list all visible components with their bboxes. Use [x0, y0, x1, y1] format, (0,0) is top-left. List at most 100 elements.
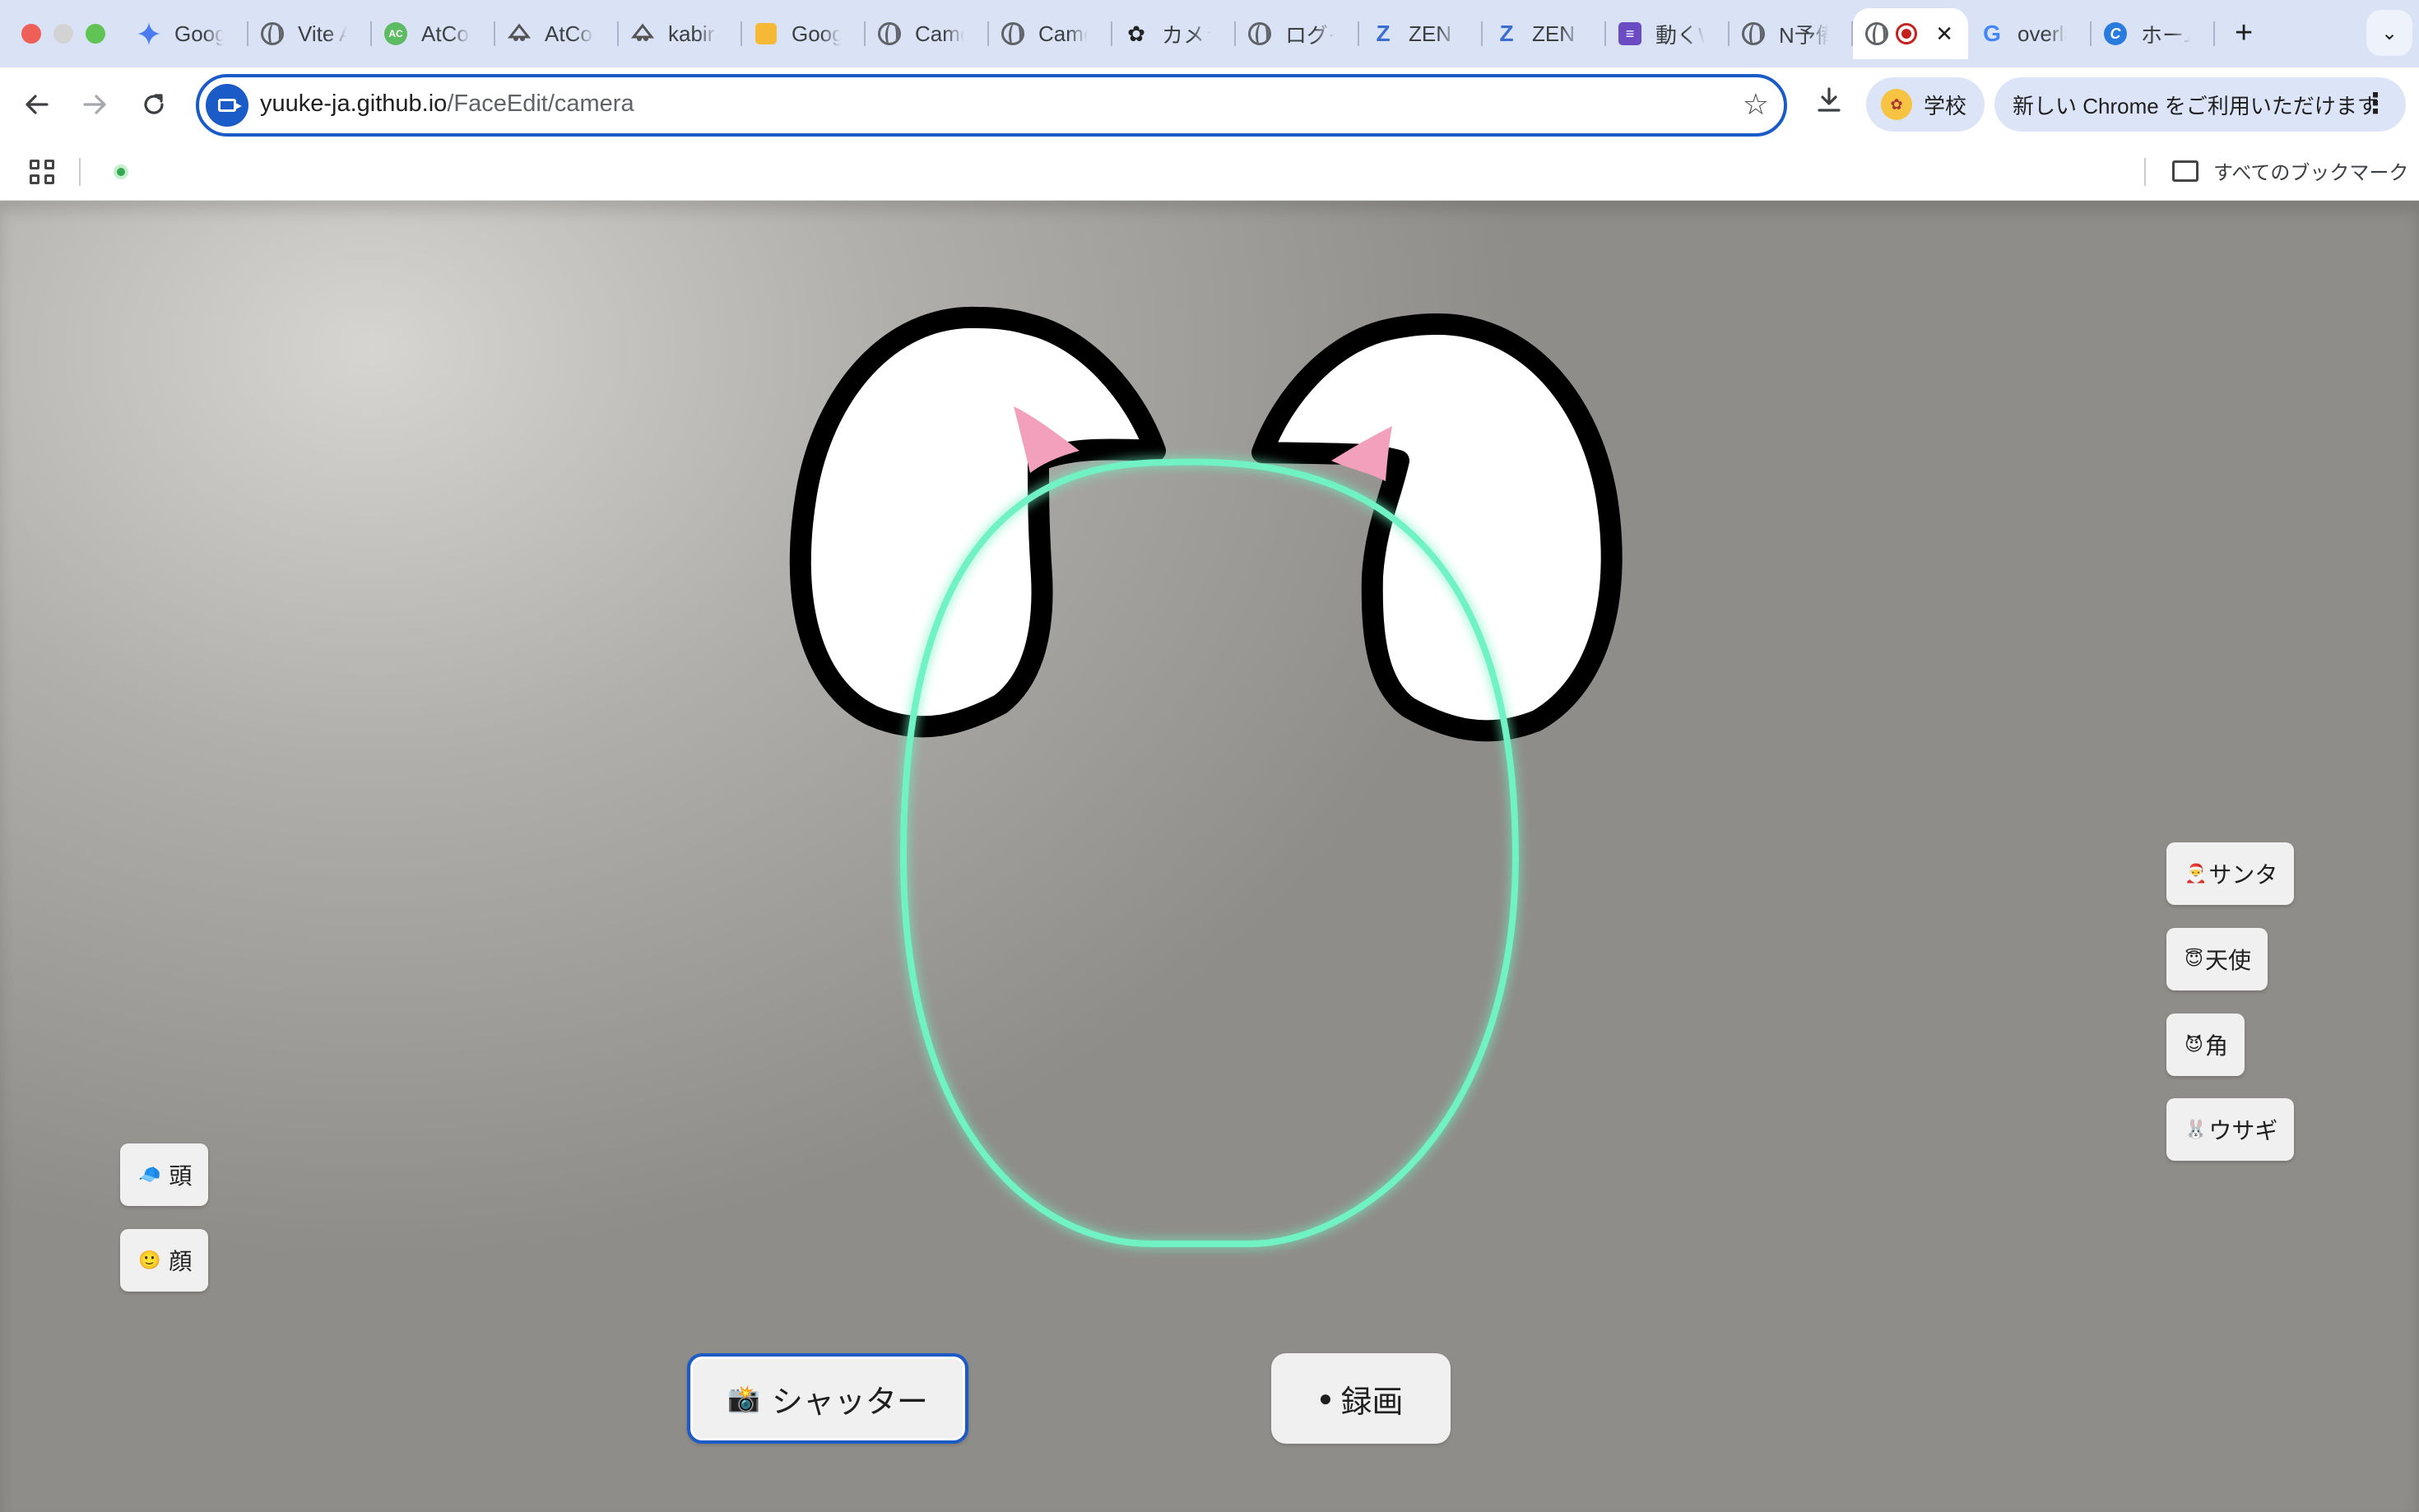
- angel-filter-button[interactable]: 😇 天使: [2166, 928, 2268, 990]
- tab-home[interactable]: C ホーム: [2092, 8, 2215, 59]
- tab-title: ホーム: [2141, 22, 2190, 48]
- apps-grid-icon[interactable]: [30, 160, 54, 184]
- camera-permission-icon[interactable]: [206, 84, 248, 127]
- tab-camera-2[interactable]: Camera: [989, 8, 1112, 59]
- shutter-label: シャッター: [771, 1384, 928, 1420]
- more-menu-icon[interactable]: ⋮: [2361, 87, 2389, 120]
- tab-atcoder-2[interactable]: AtCoder: [495, 8, 619, 59]
- close-tab-icon[interactable]: ✕: [1935, 21, 1953, 47]
- head-label: 頭: [169, 1163, 193, 1189]
- rabbit-label: ウサギ: [2208, 1118, 2278, 1143]
- angel-icon: 😇: [2185, 948, 2203, 969]
- bookmarks-bar: すべてのブックマーク: [0, 143, 2419, 201]
- rabbit-filter-button[interactable]: 🐰 ウサギ: [2166, 1098, 2295, 1161]
- divider: [2144, 158, 2146, 186]
- tab-title: kabir: [668, 21, 715, 46]
- rabbit-ear-right: [1251, 313, 1623, 742]
- tab-n-yobiko[interactable]: N予備校: [1730, 8, 1853, 59]
- face-overlay: [789, 306, 1623, 1247]
- update-label: 新しい Chrome をご利用いただけます: [2013, 93, 2379, 118]
- globe-icon: [1864, 21, 1889, 46]
- rabbit-ear-left: [789, 306, 1166, 738]
- tab-title: Vite App: [298, 21, 347, 46]
- tab-login[interactable]: ログイン: [1236, 8, 1359, 59]
- tab-list: Google Gemini Vite App AC AtCoder AtCode…: [125, 8, 2215, 59]
- tab-camera[interactable]: Camera: [866, 8, 989, 59]
- tab-title: Google Keep: [792, 21, 841, 46]
- forward-button[interactable]: [76, 86, 114, 123]
- chevron-down-icon: ⌄: [2380, 21, 2398, 44]
- tab-title: ZEN: [1532, 21, 1575, 46]
- zen-icon: Z: [1376, 21, 1391, 46]
- angel-label: 天使: [2204, 948, 2251, 973]
- tab-title: 動くW: [1655, 22, 1705, 48]
- list-icon: ≡: [1618, 21, 1642, 46]
- horn-label: 角: [2204, 1033, 2228, 1059]
- forward-arrow-icon: [83, 95, 106, 114]
- new-tab-button[interactable]: +: [2235, 17, 2253, 49]
- camera-flash-icon: 📸: [727, 1384, 760, 1413]
- tab-ugoku[interactable]: ≡ 動くW: [1606, 8, 1730, 59]
- back-arrow-icon: [26, 95, 49, 114]
- atcoder-mascot-icon: [507, 21, 532, 46]
- devil-icon: 😈: [2185, 1034, 2203, 1055]
- copilot-icon: C: [2103, 21, 2128, 46]
- tab-title: AtCoder: [545, 21, 594, 46]
- bookmark-favicon-icon[interactable]: [114, 165, 128, 179]
- minimize-window-button[interactable]: [53, 24, 73, 44]
- tab-search-button[interactable]: ⌄: [2366, 10, 2412, 56]
- zoom-window-button[interactable]: [86, 24, 105, 44]
- recording-icon: [1894, 21, 1919, 46]
- tab-active-faceedit[interactable]: ✕: [1853, 8, 1968, 59]
- url-text: yuuke-ja.github.io/FaceEdit/camera: [260, 90, 634, 118]
- zen-icon: Z: [1499, 21, 1514, 46]
- tab-gemini[interactable]: Google Gemini: [125, 8, 248, 59]
- tab-title: AtCoder: [421, 21, 471, 46]
- tab-strip: Google Gemini Vite App AC AtCoder AtCode…: [0, 0, 2419, 67]
- download-icon[interactable]: [1808, 86, 1850, 127]
- chrome-update-button[interactable]: 新しい Chrome をご利用いただけます ⋮: [1994, 77, 2406, 132]
- google-icon: G: [1983, 21, 2001, 46]
- head-category-button[interactable]: 🧢 頭: [120, 1143, 209, 1206]
- tab-title: Camera: [915, 21, 964, 46]
- tab-chatgpt[interactable]: ✿ カメラ: [1112, 8, 1236, 59]
- tab-zen[interactable]: Z ZEN: [1359, 8, 1483, 59]
- globe-icon: [1247, 21, 1272, 46]
- tab-google-keep[interactable]: Google Keep: [742, 8, 866, 59]
- santa-label: サンタ: [2208, 862, 2278, 888]
- all-bookmarks-button[interactable]: すべてのブックマーク: [2172, 156, 2408, 185]
- face-label: 顔: [169, 1249, 193, 1274]
- smile-icon: 🙂: [138, 1250, 161, 1270]
- openai-icon: ✿: [1127, 21, 1145, 46]
- folder-icon: [2172, 160, 2198, 182]
- tab-vite[interactable]: Vite App: [248, 8, 372, 59]
- santa-icon: 🎅: [2185, 863, 2208, 884]
- profile-button[interactable]: ✿ 学校: [1866, 77, 1985, 132]
- record-button[interactable]: ● 録画: [1271, 1353, 1451, 1444]
- gemini-icon: [137, 21, 161, 46]
- tab-kabir[interactable]: kabir: [619, 8, 742, 59]
- reload-icon: [144, 94, 164, 114]
- back-button[interactable]: [18, 86, 56, 123]
- address-bar[interactable]: yuuke-ja.github.io/FaceEdit/camera ☆: [196, 74, 1787, 137]
- tab-atcoder[interactable]: AC AtCoder: [372, 8, 495, 59]
- horn-filter-button[interactable]: 😈 角: [2166, 1013, 2245, 1076]
- divider: [79, 158, 81, 186]
- tab-title: カメラ: [1162, 22, 1211, 48]
- tab-title: N予備校: [1779, 22, 1828, 48]
- shutter-button[interactable]: 📸 シャッター: [687, 1353, 968, 1444]
- camera-view: 🎅 サンタ 😇 天使 😈 角 🐰 ウサギ 🧢 頭 🙂 顔 📸 シャッター ● 録…: [0, 201, 2419, 1512]
- close-window-button[interactable]: [21, 24, 41, 44]
- keep-icon: [754, 21, 778, 46]
- tab-google-overlay[interactable]: G overlay: [1968, 8, 2092, 59]
- bookmark-star-icon[interactable]: ☆: [1743, 87, 1769, 122]
- rabbit-icon: 🐰: [2185, 1119, 2208, 1139]
- reload-button[interactable]: [135, 86, 173, 123]
- tab-zen-2[interactable]: Z ZEN: [1483, 8, 1606, 59]
- profile-label: 学校: [1924, 93, 1967, 118]
- santa-filter-button[interactable]: 🎅 サンタ: [2166, 842, 2295, 905]
- all-bookmarks-label: すべてのブックマーク: [2213, 162, 2409, 184]
- globe-icon: [877, 21, 902, 46]
- face-category-button[interactable]: 🙂 顔: [120, 1229, 209, 1292]
- url-host: yuuke-ja.github.io: [260, 90, 448, 117]
